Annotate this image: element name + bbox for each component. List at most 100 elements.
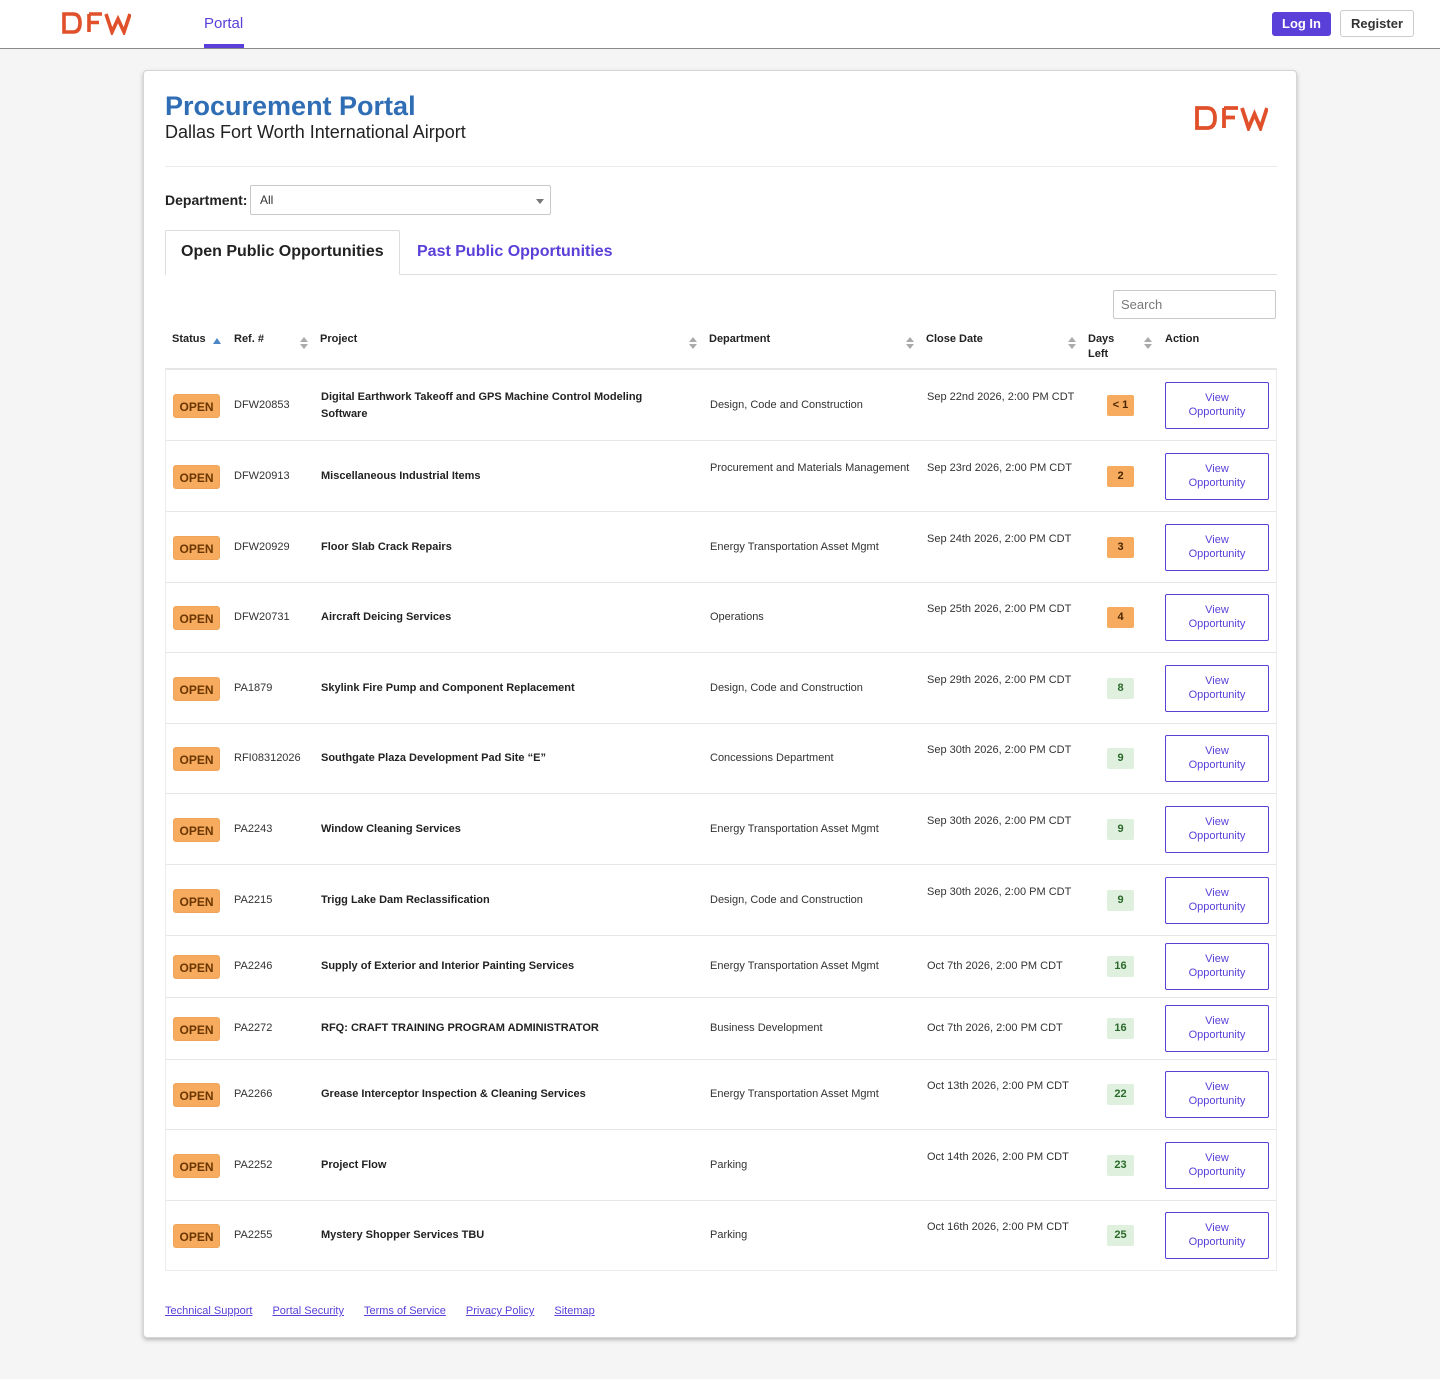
ref-number: PA2215	[234, 893, 273, 906]
project-name: Trigg Lake Dam Reclassification	[321, 893, 490, 906]
view-opportunity-button[interactable]: View Opportunity	[1165, 1212, 1269, 1259]
ref-number: PA2243	[234, 822, 273, 835]
table-row: OPEN DFW20853 Digital Earthwork Takeoff an…	[166, 370, 1276, 441]
table-row: OPEN RFI08312026 Southgate Plaza Developme…	[166, 724, 1276, 794]
department-name: Parking	[710, 1229, 748, 1241]
project-name: Skylink Fire Pump and Component Replacem…	[321, 681, 575, 694]
table-row: OPEN PA2272 RFQ: CRAFT TRAINING PROGRAM AD…	[166, 998, 1276, 1060]
department-name: Design, Code and Construction	[710, 893, 863, 906]
dfw-logo[interactable]	[61, 11, 132, 40]
status-badge: OPEN	[173, 1153, 220, 1178]
status-badge: OPEN	[173, 464, 220, 489]
column-header-action: Action	[1165, 333, 1200, 345]
search-input[interactable]	[1113, 290, 1276, 319]
close-date: Sep 30th 2026, 2:00 PM CDT	[927, 744, 1072, 756]
view-opportunity-button[interactable]: View Opportunity	[1165, 452, 1269, 500]
department-name: Procurement and Materials Management	[710, 461, 910, 474]
status-badge: OPEN	[173, 888, 220, 913]
table-row: OPEN PA2255 Mystery Shopper Services TBU Pa…	[166, 1201, 1276, 1271]
top-nav-bar: Portal Log In Register	[0, 0, 1440, 49]
ref-number: DFW20929	[234, 540, 290, 553]
active-tab-indicator	[204, 44, 244, 48]
view-opportunity-button[interactable]: View Opportunity	[1165, 381, 1269, 429]
table-row: OPEN DFW20929 Floor Slab Crack Repairs Ener…	[166, 512, 1276, 583]
tab-open-opportunities[interactable]: Open Public Opportunities	[165, 230, 400, 275]
department-label: Department:	[165, 192, 248, 208]
column-header-days-left[interactable]: Days Left	[1088, 332, 1124, 362]
status-badge: OPEN	[173, 1224, 220, 1248]
project-name: RFQ: CRAFT TRAINING PROGRAM ADMINISTRATO…	[321, 1022, 599, 1034]
view-opportunity-button[interactable]: View Opportunity	[1165, 1071, 1269, 1118]
close-date: Sep 30th 2026, 2:00 PM CDT	[927, 885, 1072, 898]
footer-link-terms-of-service[interactable]: Terms of Service	[364, 1305, 446, 1317]
dfw-logo-large-graphic	[1195, 106, 1269, 134]
procurement-card: Procurement Portal Dallas Fort Worth Int…	[143, 70, 1297, 1338]
view-opportunity-button[interactable]: View Opportunity	[1165, 594, 1269, 641]
department-select[interactable]: All	[250, 185, 551, 215]
status-badge: OPEN	[173, 393, 220, 418]
caret-down-icon	[536, 199, 544, 204]
tab-portal[interactable]: Portal	[204, 15, 243, 32]
table-row: OPEN PA2252 Project Flow Parking Oct 14th 20…	[166, 1130, 1276, 1201]
ref-number: PA2266	[234, 1088, 273, 1100]
footer-link-privacy-policy[interactable]: Privacy Policy	[466, 1305, 534, 1317]
days-left-badge: 2	[1107, 465, 1134, 487]
days-left-badge: 9	[1107, 889, 1134, 911]
column-header-project[interactable]: Project	[320, 332, 357, 347]
days-left-badge: 23	[1107, 1154, 1134, 1176]
project-name: Window Cleaning Services	[321, 822, 461, 835]
status-badge: OPEN	[173, 955, 220, 979]
close-date: Oct 16th 2026, 2:00 PM CDT	[927, 1221, 1069, 1233]
status-badge: OPEN	[173, 1083, 220, 1107]
department-name: Energy Transportation Asset Mgmt	[710, 822, 879, 835]
ref-number: PA2255	[234, 1229, 273, 1241]
status-badge: OPEN	[173, 676, 220, 701]
days-left-badge: 9	[1107, 748, 1134, 769]
sort-icon-close-date[interactable]	[1068, 337, 1076, 351]
table-row: OPEN PA2243 Window Cleaning Services Energy…	[166, 794, 1276, 865]
department-name: Concessions Department	[710, 752, 834, 764]
department-name: Business Development	[710, 1022, 823, 1034]
sort-icon-ref[interactable]	[300, 337, 308, 351]
register-button[interactable]: Register	[1340, 10, 1414, 37]
view-opportunity-button[interactable]: View Opportunity	[1165, 1141, 1269, 1189]
view-opportunity-button[interactable]: View Opportunity	[1165, 1005, 1269, 1052]
close-date: Sep 22nd 2026, 2:00 PM CDT	[927, 390, 1075, 403]
column-header-close-date[interactable]: Close Date	[926, 332, 983, 347]
footer-link-technical-support[interactable]: Technical Support	[165, 1305, 252, 1317]
column-header-department[interactable]: Department	[709, 332, 770, 347]
tab-open-label: Open Public Opportunities	[181, 243, 384, 260]
sort-ascending-icon[interactable]	[213, 338, 221, 344]
project-name: Miscellaneous Industrial Items	[321, 469, 481, 482]
view-opportunity-button[interactable]: View Opportunity	[1165, 664, 1269, 712]
view-opportunity-button[interactable]: View Opportunity	[1165, 735, 1269, 782]
header-divider	[165, 166, 1277, 167]
opportunities-table-body: OPEN DFW20853 Digital Earthwork Takeoff an…	[165, 370, 1277, 1271]
footer-link-portal-security[interactable]: Portal Security	[272, 1305, 344, 1317]
table-row: OPEN DFW20913 Miscellaneous Industrial Ite…	[166, 441, 1276, 512]
footer-link-sitemap[interactable]: Sitemap	[554, 1305, 594, 1317]
view-opportunity-button[interactable]: View Opportunity	[1165, 805, 1269, 853]
column-header-ref[interactable]: Ref. #	[234, 332, 264, 347]
sort-icon-days-left[interactable]	[1144, 337, 1152, 351]
days-left-badge: 16	[1107, 1018, 1134, 1039]
view-opportunity-button[interactable]: View Opportunity	[1165, 523, 1269, 571]
status-badge: OPEN	[173, 747, 220, 771]
department-name: Energy Transportation Asset Mgmt	[710, 960, 879, 972]
project-name: Aircraft Deicing Services	[321, 611, 452, 623]
view-opportunity-button[interactable]: View Opportunity	[1165, 943, 1269, 990]
days-left-badge: 16	[1107, 956, 1134, 977]
column-header-status[interactable]: Status	[172, 332, 206, 347]
tab-past-opportunities[interactable]: Past Public Opportunities	[417, 243, 613, 261]
sort-icon-project[interactable]	[689, 337, 697, 351]
close-date: Sep 25th 2026, 2:00 PM CDT	[927, 603, 1072, 615]
status-badge: OPEN	[173, 606, 220, 630]
view-opportunity-button[interactable]: View Opportunity	[1165, 876, 1269, 924]
ref-number: DFW20853	[234, 398, 290, 411]
sort-icon-department[interactable]	[906, 337, 914, 351]
close-date: Sep 30th 2026, 2:00 PM CDT	[927, 814, 1072, 827]
close-date: Oct 13th 2026, 2:00 PM CDT	[927, 1080, 1069, 1092]
login-button[interactable]: Log In	[1272, 12, 1331, 36]
department-name: Design, Code and Construction	[710, 681, 863, 694]
close-date: Sep 24th 2026, 2:00 PM CDT	[927, 532, 1072, 545]
